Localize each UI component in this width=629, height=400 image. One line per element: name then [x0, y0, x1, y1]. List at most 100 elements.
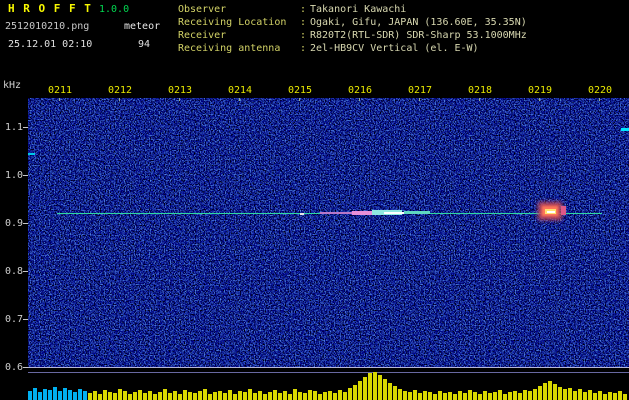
power-bar [478, 394, 482, 400]
power-bar [223, 393, 227, 400]
power-bar [548, 381, 552, 400]
power-bar [278, 393, 282, 400]
power-bar [183, 390, 187, 400]
hrofft-output-screen: H R O F F T 1.0.0 2512010210.png meteor … [0, 0, 629, 400]
power-bar [138, 390, 142, 400]
power-bar [423, 391, 427, 400]
power-bar [568, 388, 572, 400]
power-bar [483, 391, 487, 400]
power-bar [453, 394, 457, 400]
power-bar [413, 390, 417, 400]
power-bar [538, 386, 542, 400]
power-bar [398, 389, 402, 400]
power-bar [283, 391, 287, 400]
power-bar [178, 394, 182, 400]
power-bar [43, 389, 47, 400]
power-bar [103, 390, 107, 400]
power-bar [428, 392, 432, 400]
power-bar [63, 388, 67, 400]
power-bar [123, 391, 127, 400]
power-bar [28, 391, 32, 400]
power-bar [513, 391, 517, 400]
power-bar [558, 387, 562, 400]
power-bar [328, 391, 332, 400]
power-bar [623, 394, 627, 400]
power-bar [598, 391, 602, 400]
power-bar [448, 392, 452, 400]
power-bar [553, 384, 557, 400]
power-bar [298, 392, 302, 400]
power-bar [233, 394, 237, 400]
power-bar [583, 392, 587, 400]
power-bar [273, 390, 277, 400]
power-bar [98, 394, 102, 400]
power-bar [53, 387, 57, 400]
power-bar [388, 383, 392, 400]
power-bar [418, 393, 422, 400]
power-bar [523, 390, 527, 400]
power-bar [303, 393, 307, 400]
power-bar [248, 389, 252, 400]
power-bar [533, 389, 537, 400]
power-bar [463, 393, 467, 400]
power-bar [153, 394, 157, 400]
power-bar [38, 392, 42, 400]
power-bar [168, 393, 172, 400]
power-bar [58, 391, 62, 400]
power-bar [333, 393, 337, 400]
power-bar [338, 390, 342, 400]
power-bar [473, 392, 477, 400]
power-bar [378, 375, 382, 400]
power-bar [238, 391, 242, 400]
power-bar [593, 393, 597, 400]
power-bar [358, 381, 362, 400]
power-bar [268, 392, 272, 400]
power-bar [528, 391, 532, 400]
power-bar [313, 391, 317, 400]
power-bar [363, 377, 367, 400]
power-bar [503, 394, 507, 400]
power-bar [308, 390, 312, 400]
power-bar [113, 393, 117, 400]
power-bar [148, 391, 152, 400]
power-bar [563, 389, 567, 400]
power-bar [158, 392, 162, 400]
power-bar [128, 394, 132, 400]
power-bar [438, 391, 442, 400]
power-bar [173, 391, 177, 400]
power-bar [618, 391, 622, 400]
power-bar [393, 386, 397, 400]
power-bar [488, 393, 492, 400]
power-bar [263, 394, 267, 400]
power-bar [33, 388, 37, 400]
power-bar-chart [0, 0, 629, 400]
power-bar [133, 392, 137, 400]
power-bar [353, 385, 357, 400]
power-bar [108, 392, 112, 400]
power-bar [348, 388, 352, 400]
power-bar [258, 391, 262, 400]
power-bar [573, 391, 577, 400]
power-bar [613, 393, 617, 400]
power-bar [458, 391, 462, 400]
power-bar [518, 393, 522, 400]
power-bar [243, 392, 247, 400]
power-bar [608, 392, 612, 400]
power-bar [543, 383, 547, 400]
power-bar [193, 393, 197, 400]
power-bar [48, 390, 52, 400]
power-bar [78, 389, 82, 400]
power-bar [323, 392, 327, 400]
power-bar [88, 393, 92, 400]
power-bar [68, 390, 72, 400]
power-bar [93, 391, 97, 400]
power-bar [408, 392, 412, 400]
power-bar [208, 394, 212, 400]
power-bar [198, 391, 202, 400]
power-bar [498, 390, 502, 400]
power-bar [373, 372, 377, 400]
power-bar [403, 391, 407, 400]
power-bar [218, 391, 222, 400]
power-bar [578, 389, 582, 400]
power-bar [433, 394, 437, 400]
